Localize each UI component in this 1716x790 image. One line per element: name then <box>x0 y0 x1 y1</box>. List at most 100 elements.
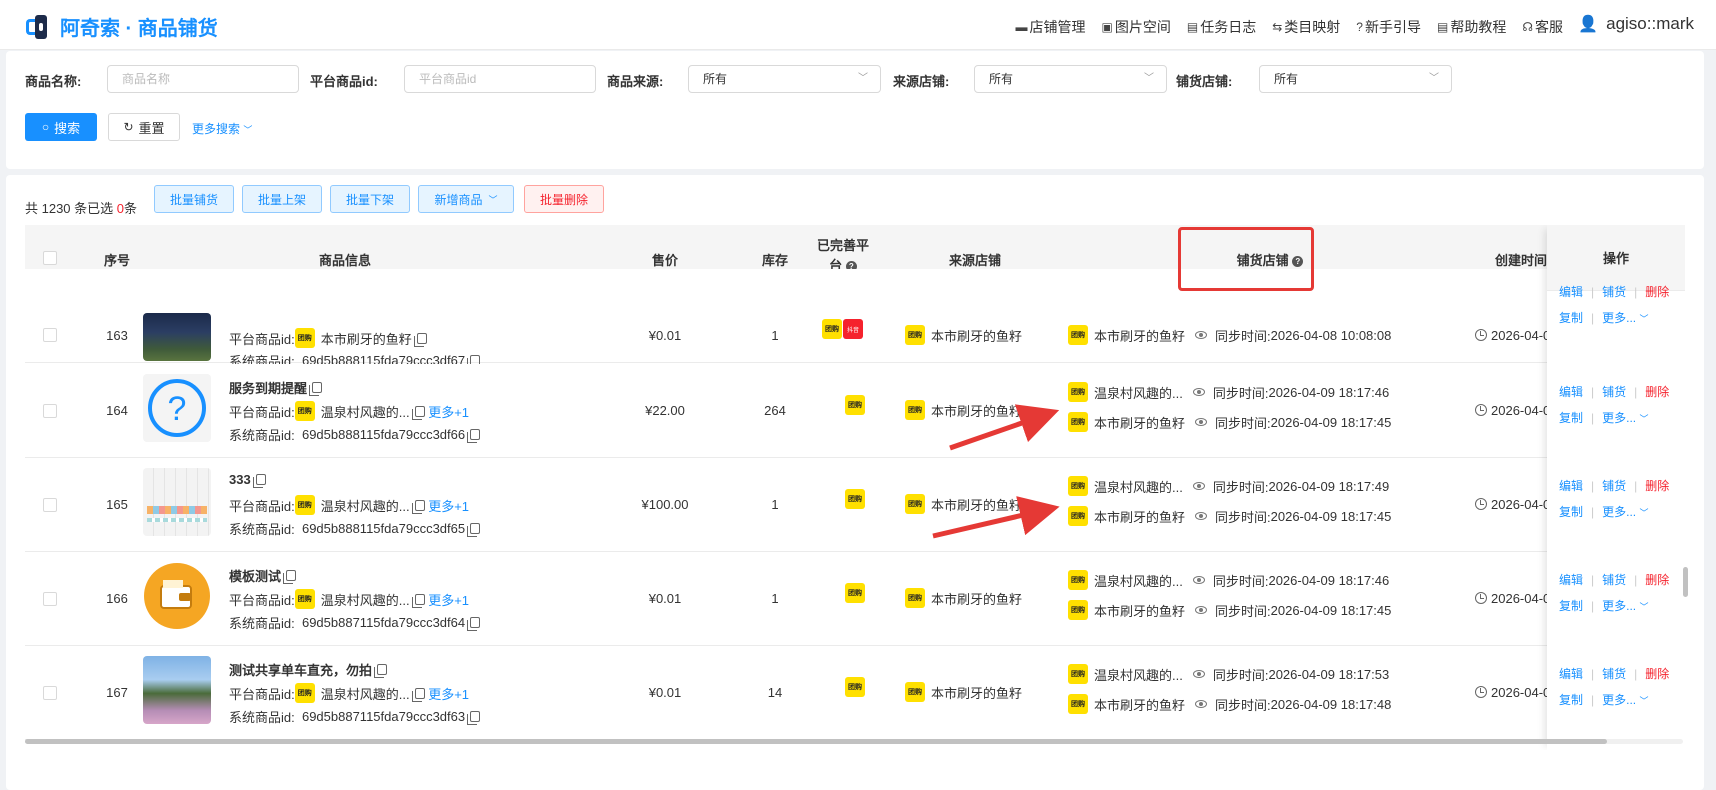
nav-help-docs[interactable]: ▤ 帮助教程 <box>1437 17 1506 37</box>
platform-tag-icon: 团购 <box>905 325 925 345</box>
col-stock: 库存 <box>761 253 788 268</box>
scrollbar-thumb[interactable] <box>1683 567 1688 597</box>
product-name-input[interactable] <box>107 65 299 93</box>
copy-icon[interactable] <box>411 405 425 420</box>
copy-link[interactable]: 复制 <box>1559 503 1583 520</box>
row-checkbox[interactable] <box>43 404 57 418</box>
copy-icon[interactable] <box>467 617 481 631</box>
delete-link[interactable]: 删除 <box>1645 571 1669 588</box>
platform-tag-icon: 团购 <box>1068 694 1088 714</box>
scrollbar-thumb[interactable] <box>25 739 1607 744</box>
eye-icon[interactable] <box>1192 576 1205 584</box>
delete-link[interactable]: 删除 <box>1645 477 1669 494</box>
brand-logo[interactable]: 阿奇索 · 商品铺货 <box>26 12 218 41</box>
select-all-checkbox[interactable] <box>43 251 57 265</box>
eye-icon[interactable] <box>1195 418 1208 426</box>
platform-tag-icon: 团购 <box>845 677 865 697</box>
more-actions-link[interactable]: 更多... ﹀ <box>1602 503 1648 520</box>
nav-shop-manage[interactable]: ▬ 店铺管理 <box>1016 17 1086 37</box>
edit-link[interactable]: 编辑 <box>1559 477 1583 494</box>
more-actions-link[interactable]: 更多... ﹀ <box>1602 309 1648 326</box>
nav-customer-service[interactable]: ☊ 客服 <box>1522 17 1563 37</box>
more-actions-link[interactable]: 更多... ﹀ <box>1602 691 1648 708</box>
reset-button[interactable]: ↻ 重置 <box>108 113 180 141</box>
copy-icon[interactable] <box>411 593 425 608</box>
copy-icon[interactable] <box>467 523 481 537</box>
copy-icon[interactable] <box>252 474 266 488</box>
product-thumbnail[interactable]: ? <box>143 374 211 442</box>
edit-link[interactable]: 编辑 <box>1559 571 1583 588</box>
copy-link[interactable]: 复制 <box>1559 409 1583 426</box>
user-menu[interactable]: 👤 agiso::mark <box>1578 14 1694 34</box>
eye-icon[interactable] <box>1195 606 1208 614</box>
copy-icon[interactable] <box>411 687 425 702</box>
nav-category-mapping[interactable]: ⇆ 类目映射 <box>1272 17 1340 37</box>
distribute-link[interactable]: 铺货 <box>1602 283 1626 300</box>
edit-link[interactable]: 编辑 <box>1559 665 1583 682</box>
copy-link[interactable]: 复制 <box>1559 309 1583 326</box>
more-link[interactable]: 更多+1 <box>428 684 469 703</box>
row-checkbox[interactable] <box>43 498 57 512</box>
vertical-scrollbar[interactable] <box>1683 292 1688 732</box>
more-search-link[interactable]: 更多搜索 ﹀ <box>192 120 252 137</box>
refresh-icon: ↻ <box>123 120 134 134</box>
copy-icon[interactable] <box>467 429 481 443</box>
dist-shop-select[interactable]: 所有 ﹀ <box>1259 65 1452 93</box>
platform-tag-icon: 团购 <box>1068 570 1088 590</box>
copy-icon[interactable] <box>467 711 481 725</box>
more-link[interactable]: 更多+1 <box>428 402 469 421</box>
clock-icon <box>1475 686 1487 698</box>
product-thumbnail[interactable] <box>143 313 211 361</box>
copy-link[interactable]: 复制 <box>1559 597 1583 614</box>
product-thumbnail[interactable] <box>143 656 211 724</box>
add-product-button[interactable]: 新增商品 ﹀ <box>418 185 514 213</box>
copy-icon[interactable] <box>411 499 425 514</box>
edit-link[interactable]: 编辑 <box>1559 283 1583 300</box>
nav-task-log[interactable]: ▤ 任务日志 <box>1187 17 1256 37</box>
more-link[interactable]: 更多+1 <box>428 496 469 515</box>
more-actions-link[interactable]: 更多... ﹀ <box>1602 409 1648 426</box>
batch-list-button[interactable]: 批量上架 <box>242 185 322 213</box>
help-icon[interactable]: ? <box>1292 256 1304 268</box>
distribute-link[interactable]: 铺货 <box>1602 571 1626 588</box>
product-thumbnail[interactable] <box>143 562 211 630</box>
platform-tag-icon: 团购 <box>294 495 315 515</box>
nav-beginner-guide[interactable]: ? 新手引导 <box>1356 17 1421 37</box>
eye-icon[interactable] <box>1192 388 1205 396</box>
delete-link[interactable]: 删除 <box>1645 283 1669 300</box>
distribute-link[interactable]: 铺货 <box>1602 665 1626 682</box>
source-shop-select[interactable]: 所有 ﹀ <box>974 65 1167 93</box>
distribute-link[interactable]: 铺货 <box>1602 477 1626 494</box>
source-select[interactable]: 所有 ﹀ <box>688 65 881 93</box>
nav-image-space[interactable]: ▣ 图片空间 <box>1102 17 1171 37</box>
product-thumbnail[interactable] <box>143 468 211 536</box>
edit-link[interactable]: 编辑 <box>1559 383 1583 400</box>
eye-icon[interactable] <box>1192 482 1205 490</box>
more-actions-link[interactable]: 更多... ﹀ <box>1602 597 1648 614</box>
row-checkbox[interactable] <box>43 592 57 606</box>
eye-icon[interactable] <box>1192 670 1205 678</box>
horizontal-scrollbar[interactable] <box>25 739 1683 744</box>
dist-shop-entry: 团购 温泉村风趣的... 同步时间: 2026-04-09 18:17:46 <box>1068 570 1389 590</box>
dist-shop-entry: 团购 本市刷牙的鱼籽 同步时间: 2026-04-09 18:17:45 <box>1068 412 1391 432</box>
distribute-link[interactable]: 铺货 <box>1602 383 1626 400</box>
copy-link[interactable]: 复制 <box>1559 691 1583 708</box>
copy-icon[interactable] <box>413 332 427 347</box>
delete-link[interactable]: 删除 <box>1645 665 1669 682</box>
row-checkbox[interactable] <box>43 328 57 342</box>
eye-icon[interactable] <box>1195 700 1208 708</box>
platform-id-input[interactable] <box>404 65 596 93</box>
copy-icon[interactable] <box>374 664 388 678</box>
batch-distribute-button[interactable]: 批量铺货 <box>154 185 234 213</box>
more-link[interactable]: 更多+1 <box>428 590 469 609</box>
row-checkbox[interactable] <box>43 686 57 700</box>
batch-delist-button[interactable]: 批量下架 <box>330 185 410 213</box>
delete-link[interactable]: 删除 <box>1645 383 1669 400</box>
batch-delete-button[interactable]: 批量删除 <box>524 185 604 213</box>
search-button[interactable]: ○ 搜索 <box>25 113 97 141</box>
eye-icon[interactable] <box>1195 512 1208 520</box>
copy-icon[interactable] <box>283 570 297 584</box>
platform-tag-icon: 团购 <box>905 494 925 514</box>
copy-icon[interactable] <box>309 382 323 396</box>
eye-icon[interactable] <box>1195 331 1208 339</box>
